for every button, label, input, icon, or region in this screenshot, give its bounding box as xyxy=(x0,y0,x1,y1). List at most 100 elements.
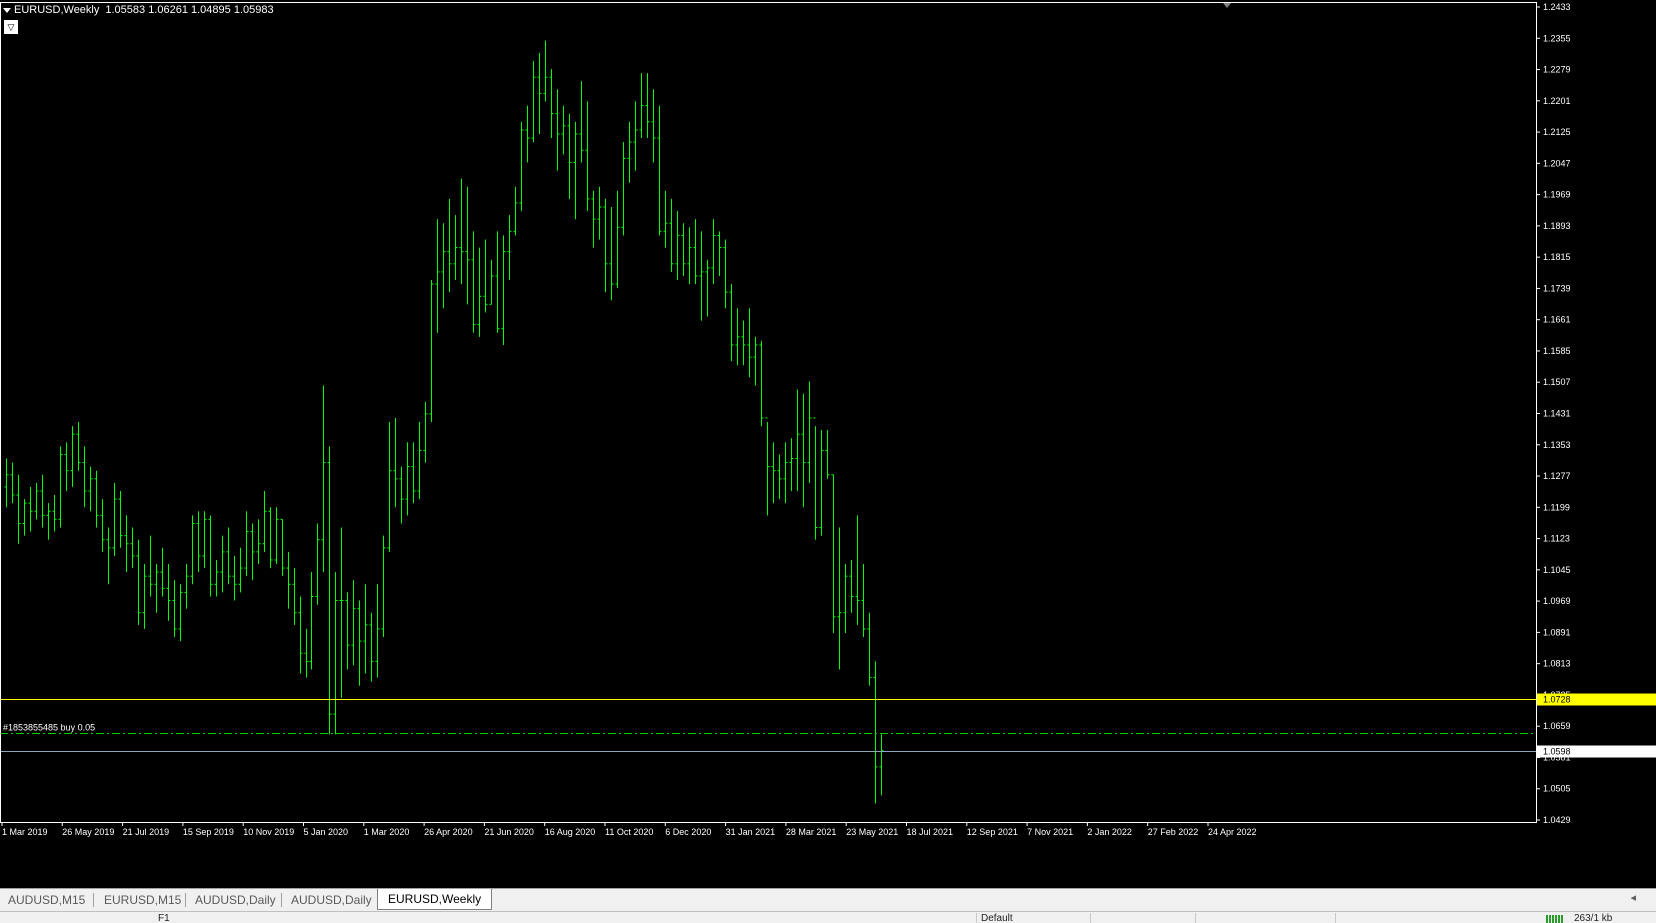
tab-scroll-icon[interactable]: ◂ xyxy=(1630,891,1636,904)
ohlc-bar xyxy=(597,186,602,240)
ohlc-bar xyxy=(190,515,195,585)
order-label: #1853855485 buy 0.05 xyxy=(3,723,95,733)
chart-menu-arrow-icon[interactable] xyxy=(3,7,11,13)
indicator-toggle-icon[interactable]: ▽ xyxy=(4,20,18,34)
ohlc-bar xyxy=(741,320,746,366)
time-tick-label: 1 Mar 2019 xyxy=(2,827,48,837)
price-tick-label: 1.0659 xyxy=(1543,721,1571,731)
ohlc-bar xyxy=(184,564,189,609)
tab-audusd-daily-2[interactable]: AUDUSD,Daily xyxy=(291,891,372,909)
ohlc-bar xyxy=(238,547,243,593)
ohlc-bar xyxy=(399,466,404,524)
ohlc-bar xyxy=(693,219,698,285)
ohlc-bar xyxy=(549,69,554,139)
ohlc-bar xyxy=(579,81,584,163)
ohlc-bar xyxy=(867,612,872,686)
tab-audusd-daily[interactable]: AUDUSD,Daily xyxy=(195,891,276,909)
ohlc-bar xyxy=(879,734,884,796)
ohlc-bar xyxy=(519,121,524,212)
ohlc-bar xyxy=(46,503,51,540)
ohlc-bar xyxy=(669,198,674,272)
price-tick-label: 1.1277 xyxy=(1543,471,1571,481)
time-tick-label: 12 Sep 2021 xyxy=(967,827,1018,837)
ohlc-bar xyxy=(64,442,69,491)
price-tick-label: 1.0429 xyxy=(1543,815,1571,825)
time-tick-label: 6 Dec 2020 xyxy=(665,827,711,837)
ohlc-bar xyxy=(687,227,692,285)
ohlc-bar xyxy=(339,527,344,698)
ohlc-bar xyxy=(202,511,207,569)
time-tick-label: 21 Jul 2019 xyxy=(123,827,170,837)
time-tick-label: 26 May 2019 xyxy=(62,827,114,837)
ohlc-bar xyxy=(256,519,261,565)
ohlc-bar xyxy=(232,555,237,601)
ohlc-bar xyxy=(471,231,476,333)
ohlc-bar xyxy=(651,89,656,163)
ohlc-bar xyxy=(178,584,183,642)
ohlc-bar xyxy=(717,231,722,276)
price-tick-label: 1.1199 xyxy=(1543,502,1570,512)
ohlc-bar xyxy=(771,442,776,504)
ohlc-bar xyxy=(447,198,452,293)
price-tick-label: 1.2355 xyxy=(1543,33,1571,43)
ohlc-bar xyxy=(873,661,878,804)
ohlc-bar xyxy=(705,259,710,317)
ohlc-bar xyxy=(375,584,380,678)
tab-audusd-m15[interactable]: AUDUSD,M15 xyxy=(8,891,85,909)
tab-eurusd-m15[interactable]: EURUSD,M15 xyxy=(104,891,181,909)
ohlc-bar xyxy=(100,499,105,552)
ohlc-bar xyxy=(537,52,542,134)
ohlc-bar xyxy=(813,417,818,540)
ohlc-bar xyxy=(735,308,740,366)
price-tick-label: 1.2201 xyxy=(1543,96,1571,106)
ohlc-bar xyxy=(160,547,165,597)
ohlc-values-label: 1.05583 1.06261 1.04895 1.05983 xyxy=(105,4,274,16)
time-tick-label: 7 Nov 2021 xyxy=(1027,827,1073,837)
ohlc-bar xyxy=(477,247,482,337)
ohlc-bar xyxy=(58,446,63,528)
ohlc-bar xyxy=(567,113,572,199)
ohlc-bar xyxy=(321,385,326,573)
ohlc-bar xyxy=(561,105,566,155)
ohlc-bar xyxy=(387,422,392,552)
ohlc-bar xyxy=(795,389,800,491)
price-tick-label: 1.0813 xyxy=(1543,659,1571,669)
ohlc-bar xyxy=(711,219,716,285)
ohlc-bar xyxy=(369,612,374,682)
ohlc-bar xyxy=(675,211,680,281)
ohlc-bar xyxy=(118,490,123,548)
ohlc-bar xyxy=(4,458,9,508)
ohlc-bar xyxy=(465,186,470,305)
ohlc-bar xyxy=(723,239,728,309)
time-tick-label: 31 Jan 2021 xyxy=(726,827,776,837)
ohlc-bar xyxy=(106,527,111,585)
ohlc-bar xyxy=(214,559,219,597)
ohlc-bar xyxy=(148,535,153,597)
ohlc-bar xyxy=(585,101,590,212)
ohlc-bar xyxy=(639,73,644,139)
ohlc-bar xyxy=(82,446,87,508)
ohlc-bar xyxy=(309,572,314,670)
ohlc-bar xyxy=(142,564,147,629)
chart-canvas[interactable]: #1853855485 buy 0.05 1.2433 1.2355 1.2279 1… xyxy=(0,0,1656,888)
ohlc-bar xyxy=(525,105,530,163)
time-tick-label: 28 Mar 2021 xyxy=(786,827,837,837)
ohlc-bar xyxy=(543,40,548,102)
ohlc-bar xyxy=(441,223,446,309)
tab-eurusd-weekly[interactable]: EURUSD,Weekly xyxy=(377,889,493,910)
ohlc-bar xyxy=(429,280,434,423)
ohlc-bar xyxy=(22,499,27,536)
time-tick-label: 21 Jun 2020 xyxy=(484,827,534,837)
time-tick-label: 24 Apr 2022 xyxy=(1208,827,1257,837)
ohlc-bar xyxy=(483,239,488,313)
ohlc-bar xyxy=(423,401,428,463)
ohlc-bar xyxy=(555,89,560,171)
price-tick-label: 1.1661 xyxy=(1543,315,1571,325)
time-tick-label: 2 Jan 2022 xyxy=(1087,827,1132,837)
ohlc-bar xyxy=(645,73,650,139)
price-tick-label: 1.1585 xyxy=(1543,346,1571,356)
ohlc-bar xyxy=(663,190,668,248)
chart-window[interactable]: #1853855485 buy 0.05 1.2433 1.2355 1.2279 1… xyxy=(0,0,1656,888)
ohlc-bar xyxy=(226,527,231,585)
price-tick-label: 1.1739 xyxy=(1543,283,1571,293)
